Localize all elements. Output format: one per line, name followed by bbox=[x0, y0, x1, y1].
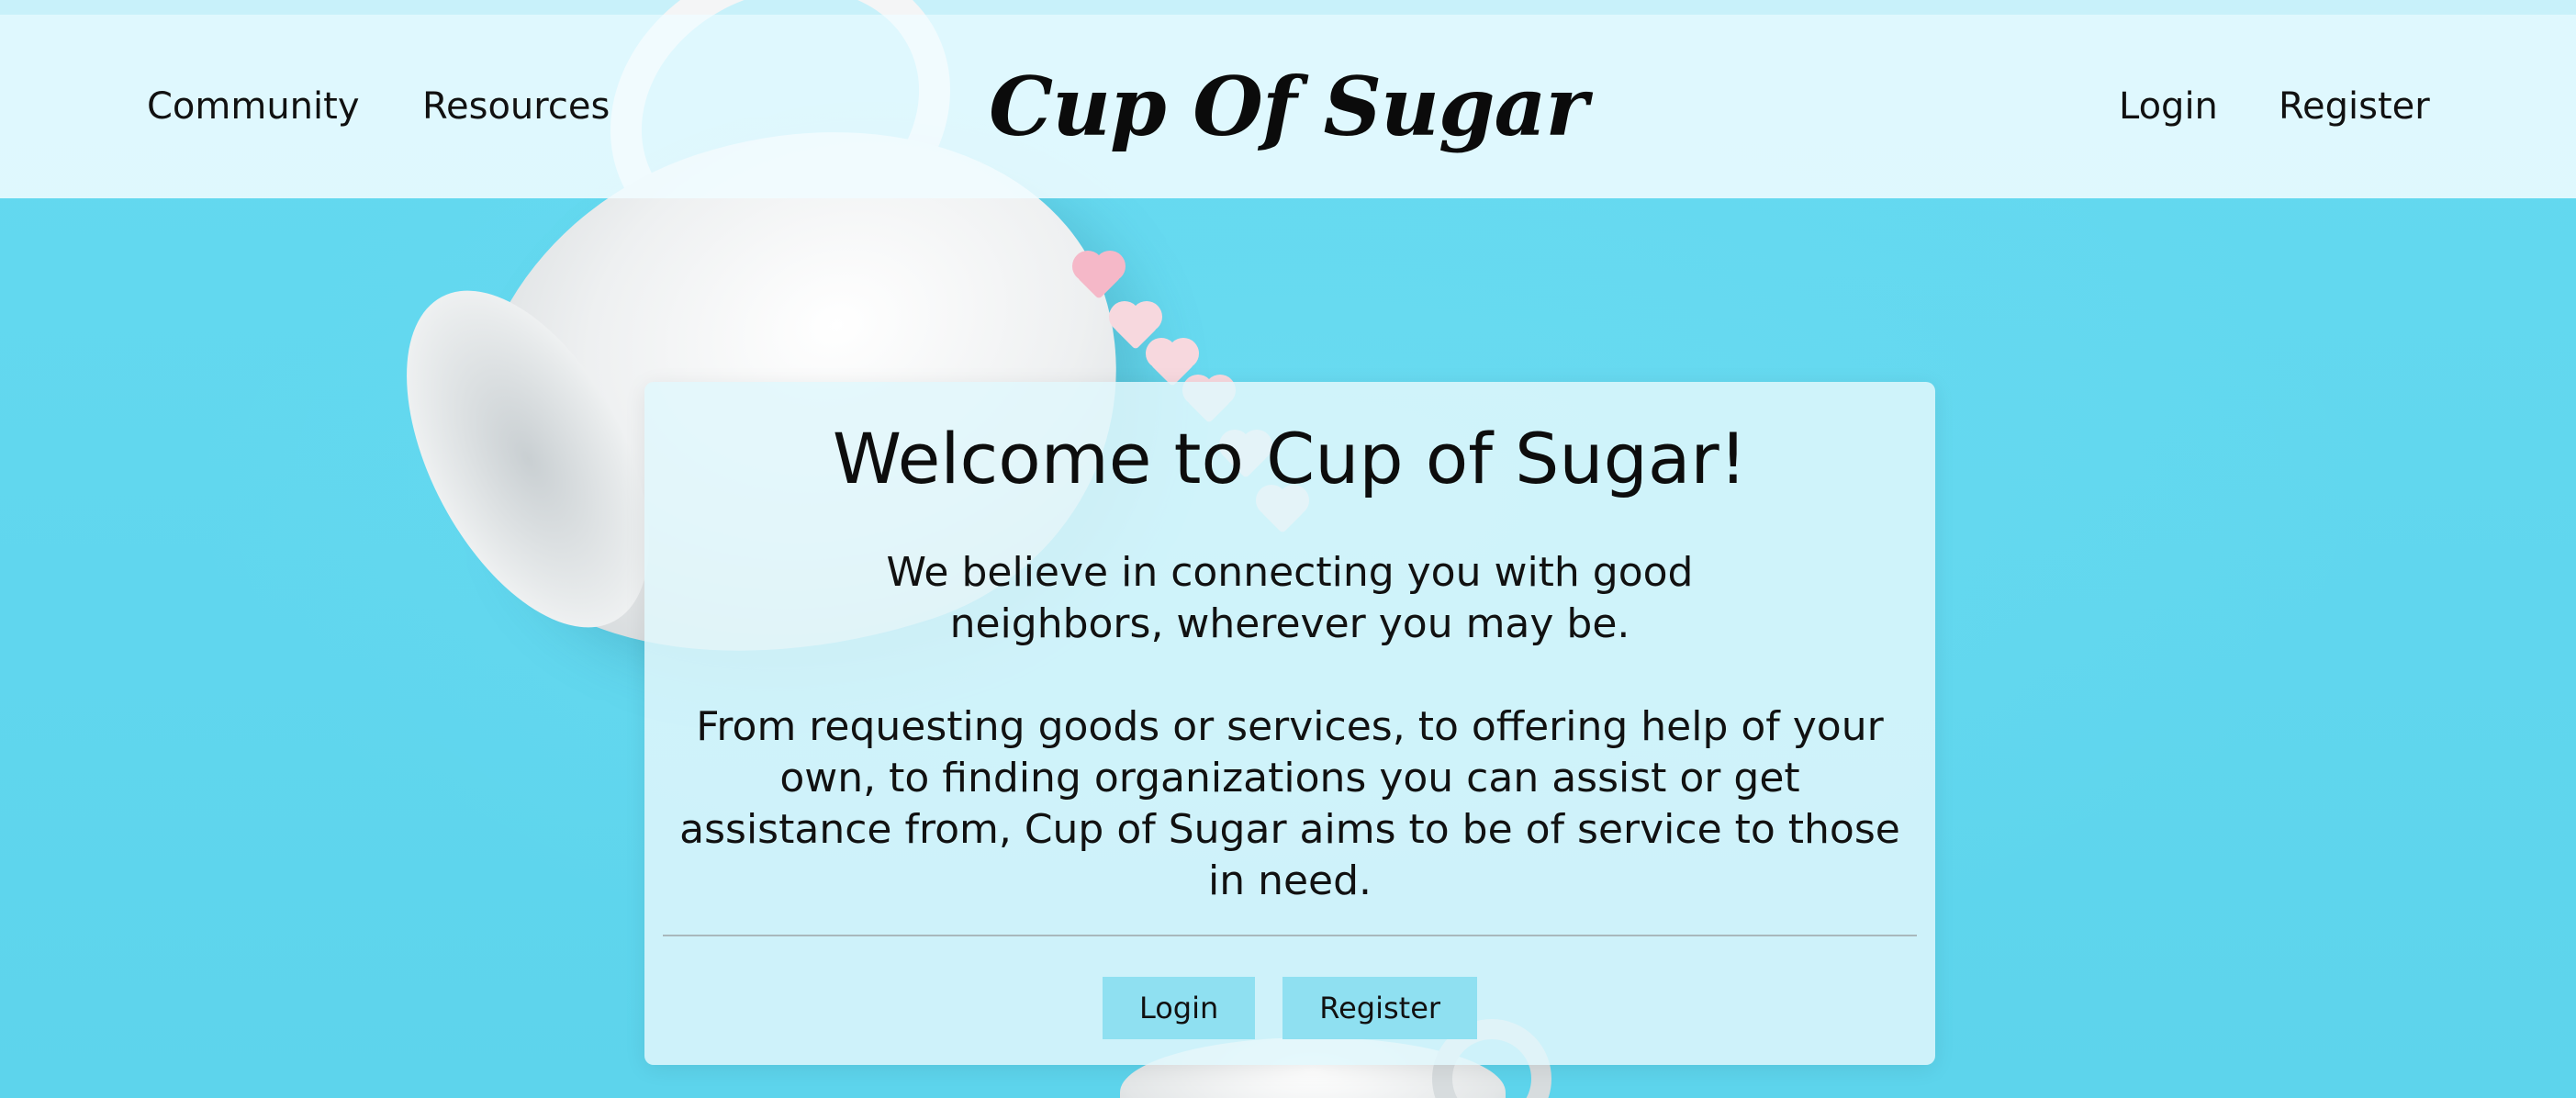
register-button[interactable]: Register bbox=[1282, 977, 1478, 1039]
nav-register-link[interactable]: Register bbox=[2279, 15, 2430, 198]
top-navbar: Community Resources Cup Of Sugar Login R… bbox=[0, 15, 2576, 198]
login-button[interactable]: Login bbox=[1102, 977, 1256, 1039]
nav-resources-link[interactable]: Resources bbox=[422, 15, 610, 198]
welcome-paragraph-services: From requesting goods or services, to of… bbox=[679, 703, 1900, 904]
nav-login-link[interactable]: Login bbox=[2119, 15, 2218, 198]
welcome-title: Welcome to Cup of Sugar! bbox=[832, 418, 1748, 499]
nav-community-link[interactable]: Community bbox=[147, 15, 360, 198]
top-strip bbox=[0, 0, 2576, 15]
card-actions: Login Register bbox=[644, 977, 1935, 1039]
welcome-paragraph-mission: We believe in connecting you with good n… bbox=[886, 549, 1694, 647]
card-divider bbox=[663, 935, 1917, 936]
brand-logo[interactable]: Cup Of Sugar bbox=[989, 59, 1588, 154]
welcome-card: Welcome to Cup of Sugar! We believe in c… bbox=[644, 382, 1935, 1065]
